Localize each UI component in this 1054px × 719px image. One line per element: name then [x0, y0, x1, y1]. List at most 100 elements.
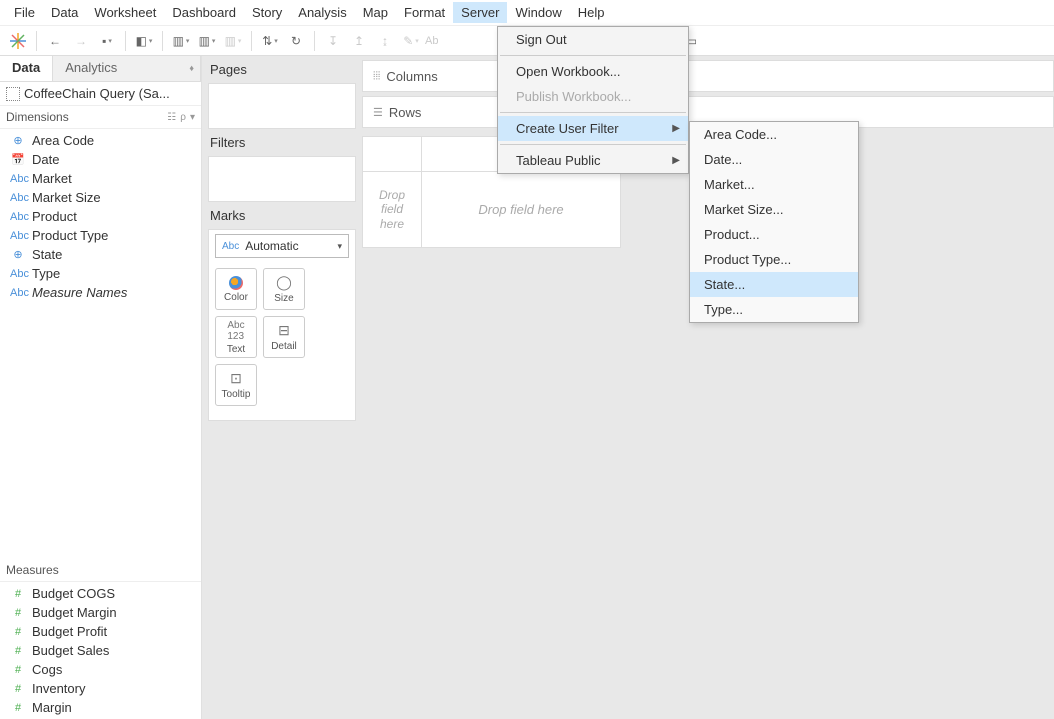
- filter-option[interactable]: Market...: [690, 172, 858, 197]
- totals-button: ↨: [373, 29, 397, 53]
- menu-story[interactable]: Story: [244, 2, 290, 23]
- separator: [500, 144, 686, 145]
- measure-field[interactable]: #Budget Profit: [0, 622, 201, 641]
- save-button[interactable]: ▪▾: [95, 29, 119, 53]
- measure-field[interactable]: #Cogs: [0, 660, 201, 679]
- marks-card: Marks Abc Automatic ▾ Color◯SizeAbc123Te…: [208, 210, 356, 421]
- field-label: Date: [32, 152, 59, 167]
- menu-window[interactable]: Window: [507, 2, 569, 23]
- tab-data[interactable]: Data: [0, 56, 52, 81]
- dimension-field[interactable]: 📅 Date: [0, 150, 201, 169]
- create-user-filter-submenu: Area Code...Date...Market...Market Size.…: [689, 121, 859, 323]
- number-icon: #: [10, 645, 26, 657]
- measures-header: Measures: [0, 559, 201, 582]
- data-source-item[interactable]: CoffeeChain Query (Sa...: [0, 82, 201, 106]
- abc-icon: Abc: [10, 287, 26, 299]
- tableau-logo-icon: [6, 29, 30, 53]
- view-icon[interactable]: ☷: [167, 112, 176, 123]
- dimension-field[interactable]: AbcProduct: [0, 207, 201, 226]
- new-worksheet-button[interactable]: ▥▾: [169, 29, 193, 53]
- datasource-button[interactable]: ◧▾: [132, 29, 156, 53]
- marks-type-select[interactable]: Abc Automatic ▾: [215, 234, 349, 258]
- number-icon: #: [10, 588, 26, 600]
- tab-analytics-label: Analytics: [65, 60, 117, 75]
- measure-field[interactable]: #Inventory: [0, 679, 201, 698]
- field-label: Budget Margin: [32, 605, 117, 620]
- date-icon: 📅: [10, 153, 26, 166]
- drop-left[interactable]: Dropfieldhere: [362, 171, 422, 248]
- dimension-field[interactable]: AbcMarket: [0, 169, 201, 188]
- globe-icon: ⊕: [10, 248, 26, 261]
- mark-detail-button[interactable]: ⊟Detail: [263, 316, 305, 358]
- tab-analytics[interactable]: Analytics♦: [52, 56, 201, 81]
- menu-create-user-filter[interactable]: Create User Filter▶: [498, 116, 688, 141]
- measure-field[interactable]: #Budget Margin: [0, 603, 201, 622]
- menu-open-workbook[interactable]: Open Workbook...: [498, 59, 688, 84]
- marks-grid: Color◯SizeAbc123Text⊟Detail⊡Tooltip: [209, 262, 355, 412]
- filters-shelf[interactable]: [209, 157, 355, 201]
- columns-shelf[interactable]: ⦙⦙⦙Columns: [362, 60, 1054, 92]
- filter-option[interactable]: Product Type...: [690, 247, 858, 272]
- abc-icon: Abc: [10, 230, 26, 242]
- menu-sign-out[interactable]: Sign Out: [498, 27, 688, 52]
- duplicate-button[interactable]: ▥▾: [195, 29, 219, 53]
- filter-option[interactable]: Date...: [690, 147, 858, 172]
- rows-icon: ☰: [373, 106, 383, 119]
- menu-tableau-public[interactable]: Tableau Public▶: [498, 148, 688, 173]
- measures-label: Measures: [6, 563, 59, 577]
- mark-color-button[interactable]: Color: [215, 268, 257, 310]
- dimension-field[interactable]: AbcMarket Size: [0, 188, 201, 207]
- dimension-field[interactable]: AbcType: [0, 264, 201, 283]
- filter-option[interactable]: Type...: [690, 297, 858, 322]
- data-pane: Data Analytics♦ CoffeeChain Query (Sa...…: [0, 56, 202, 719]
- field-label: Market Size: [32, 190, 101, 205]
- menu-server[interactable]: Server: [453, 2, 507, 23]
- measure-field[interactable]: # Budget COGS: [0, 584, 201, 603]
- label-button: Ab: [425, 29, 438, 53]
- measure-field[interactable]: #Budget Sales: [0, 641, 201, 660]
- back-button[interactable]: ←: [43, 29, 67, 53]
- menu-format[interactable]: Format: [396, 2, 453, 23]
- menu-file[interactable]: File: [6, 2, 43, 23]
- dimension-field[interactable]: ⊕Area Code: [0, 131, 201, 150]
- mark-tooltip-button[interactable]: ⊡Tooltip: [215, 364, 257, 406]
- filters-label: Filters: [208, 135, 356, 156]
- menu-caret-icon[interactable]: ▾: [190, 112, 195, 123]
- menu-data[interactable]: Data: [43, 2, 86, 23]
- swap-button[interactable]: ⇅▾: [258, 29, 282, 53]
- mark-text-button[interactable]: Abc123Text: [215, 316, 257, 358]
- submenu-arrow-icon: ▶: [672, 155, 680, 166]
- refresh-button[interactable]: ↻: [284, 29, 308, 53]
- field-label: Measure Names: [32, 285, 127, 300]
- highlight-button: ✎▾: [399, 29, 423, 53]
- separator: [36, 31, 37, 51]
- measure-field[interactable]: #Margin: [0, 698, 201, 717]
- dimension-field[interactable]: AbcProduct Type: [0, 226, 201, 245]
- pages-shelf[interactable]: [209, 84, 355, 128]
- menu-analysis[interactable]: Analysis: [290, 2, 354, 23]
- filter-option[interactable]: Market Size...: [690, 197, 858, 222]
- separator: [125, 31, 126, 51]
- filter-option[interactable]: Product...: [690, 222, 858, 247]
- filter-option[interactable]: Area Code...: [690, 122, 858, 147]
- filters-card: Filters: [208, 137, 356, 202]
- dimension-field[interactable]: Abc Measure Names: [0, 283, 201, 302]
- search-icon[interactable]: ρ: [180, 112, 186, 123]
- drop-main[interactable]: Drop field here: [421, 171, 621, 248]
- menu-publish-workbook: Publish Workbook...: [498, 84, 688, 109]
- drop-corner[interactable]: [362, 136, 422, 172]
- menu-map[interactable]: Map: [355, 2, 396, 23]
- field-label: Market: [32, 171, 72, 186]
- field-label: Budget COGS: [32, 586, 115, 601]
- dimensions-label: Dimensions: [6, 110, 69, 124]
- filter-option[interactable]: State...: [690, 272, 858, 297]
- dimension-field[interactable]: ⊕State: [0, 245, 201, 264]
- clear-button: ▥▾: [221, 29, 245, 53]
- menu-worksheet[interactable]: Worksheet: [86, 2, 164, 23]
- submenu-arrow-icon: ▶: [672, 123, 680, 134]
- mark-size-button[interactable]: ◯Size: [263, 268, 305, 310]
- menu-help[interactable]: Help: [570, 2, 613, 23]
- menu-dashboard[interactable]: Dashboard: [164, 2, 244, 23]
- abc-icon: Abc: [222, 241, 239, 252]
- forward-button: →: [69, 29, 93, 53]
